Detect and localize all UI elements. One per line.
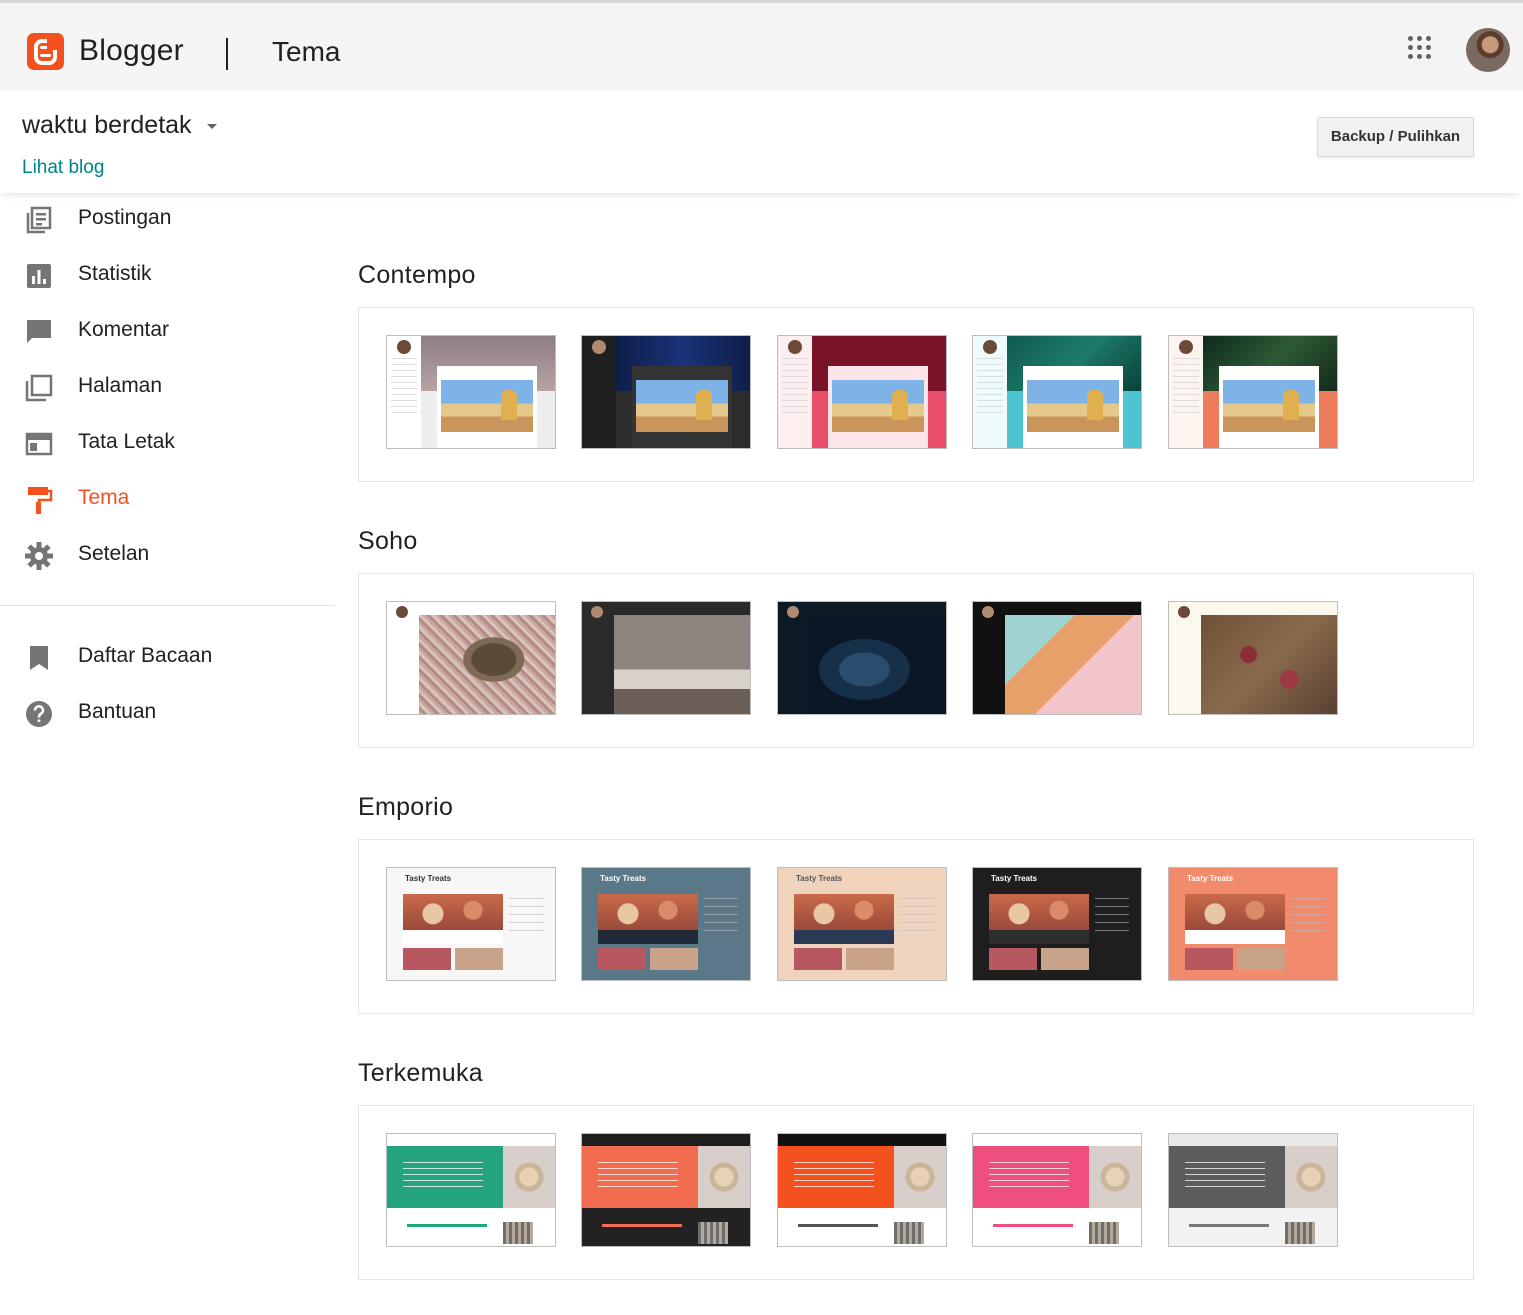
blog-selector[interactable]: waktu berdetak (22, 111, 192, 140)
sidebar-divider (0, 605, 335, 606)
sidebar-item-label: Setelan (78, 542, 150, 565)
theme-panel-contempo (358, 307, 1474, 482)
thumbnail-title: Tasty Treats (405, 874, 452, 883)
stats-icon (27, 264, 51, 288)
thumbnail-title: Tasty Treats (991, 874, 1038, 883)
theme-section-title: Terkemuka (358, 1059, 483, 1087)
theme-thumbnail[interactable]: Tasty Treats (386, 867, 556, 981)
sidebar-item-label: Bantuan (78, 700, 157, 723)
brand-name: Blogger (79, 34, 184, 67)
theme-thumbnail[interactable] (972, 1133, 1142, 1247)
sidebar-item-reading-list[interactable]: Daftar Bacaan (0, 635, 335, 681)
pages-icon (25, 374, 53, 402)
theme-thumbnail[interactable] (386, 335, 556, 449)
theme-panel-emporio: Tasty Treats Tasty Treats Tasty Treats T… (358, 839, 1474, 1014)
theme-icon (28, 487, 53, 514)
theme-thumbnail[interactable] (386, 1133, 556, 1247)
theme-section-title: Contempo (358, 261, 476, 289)
sidebar-item-label: Tema (78, 486, 130, 509)
theme-thumbnail[interactable] (1168, 335, 1338, 449)
page-title: Tema (272, 36, 341, 67)
sidebar-item-label: Komentar (78, 318, 170, 341)
sidebar-item-label: Postingan (78, 206, 172, 229)
layout-icon (25, 432, 53, 456)
view-blog-link[interactable]: Lihat blog (22, 157, 104, 179)
theme-thumbnail[interactable] (581, 601, 751, 715)
account-avatar[interactable] (1466, 28, 1510, 72)
sidebar-item-label: Halaman (78, 374, 163, 397)
blog-header: waktu berdetak Lihat blog Backup / Pulih… (0, 91, 1523, 193)
theme-thumbnail[interactable] (777, 335, 947, 449)
theme-thumbnail[interactable]: Tasty Treats (1168, 867, 1338, 981)
sidebar-item-theme[interactable]: Tema (0, 477, 335, 523)
theme-section-title: Emporio (358, 793, 454, 821)
sidebar-item-layout[interactable]: Tata Letak (0, 421, 335, 467)
header-divider (226, 38, 228, 70)
blogger-logo-icon[interactable] (27, 33, 64, 70)
theme-thumbnail[interactable]: Tasty Treats (581, 867, 751, 981)
theme-section-title: Soho (358, 527, 418, 555)
sidebar-item-pages[interactable]: Halaman (0, 365, 335, 411)
theme-panel-soho (358, 573, 1474, 748)
bookmark-icon (30, 646, 48, 670)
sidebar-item-comments[interactable]: Komentar (0, 309, 335, 355)
sidebar-item-stats[interactable]: Statistik (0, 253, 335, 299)
sidebar-item-posts[interactable]: Postingan (0, 197, 335, 243)
theme-panel-terkemuka (358, 1105, 1474, 1280)
theme-thumbnail[interactable]: Tasty Treats (777, 867, 947, 981)
apps-grid-icon[interactable] (1408, 36, 1434, 62)
theme-thumbnail[interactable] (777, 601, 947, 715)
thumbnail-title: Tasty Treats (600, 874, 647, 883)
sidebar-item-label: Tata Letak (78, 430, 175, 453)
theme-thumbnail[interactable] (1168, 601, 1338, 715)
theme-thumbnail[interactable]: Tasty Treats (972, 867, 1142, 981)
sidebar-item-settings[interactable]: Setelan (0, 533, 335, 579)
sidebar-item-help[interactable]: Bantuan (0, 691, 335, 737)
sidebar-item-label: Daftar Bacaan (78, 644, 213, 667)
thumbnail-title: Tasty Treats (796, 874, 843, 883)
theme-thumbnail[interactable] (972, 335, 1142, 449)
thumbnail-title: Tasty Treats (1187, 874, 1234, 883)
app-bar: Blogger Tema (0, 0, 1523, 91)
help-icon (26, 701, 52, 727)
comment-icon (27, 320, 51, 343)
theme-thumbnail[interactable] (777, 1133, 947, 1247)
theme-thumbnail[interactable] (972, 601, 1142, 715)
backup-restore-button[interactable]: Backup / Pulihkan (1317, 117, 1474, 157)
theme-thumbnail[interactable] (1168, 1133, 1338, 1247)
blog-selector-caret-icon[interactable] (207, 124, 217, 129)
gear-icon (25, 542, 53, 570)
theme-thumbnail[interactable] (581, 335, 751, 449)
theme-thumbnail[interactable] (386, 601, 556, 715)
sidebar-item-label: Statistik (78, 262, 152, 285)
posts-icon (26, 206, 52, 234)
theme-thumbnail[interactable] (581, 1133, 751, 1247)
